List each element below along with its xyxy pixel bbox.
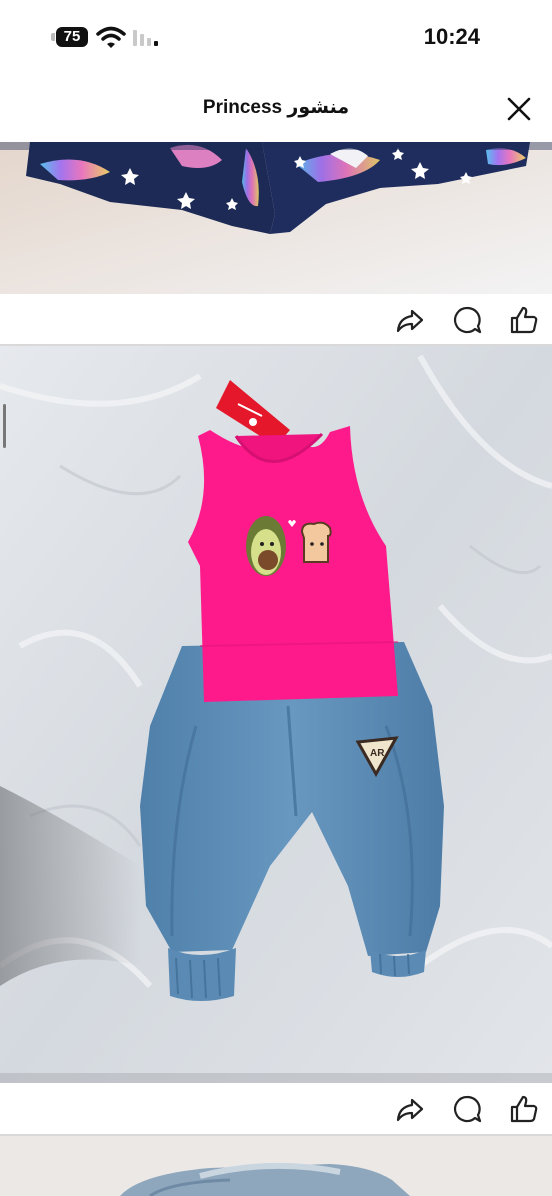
post-actions: [0, 1083, 552, 1135]
comment-icon[interactable]: [451, 304, 483, 336]
avocado-print: [246, 516, 286, 576]
comment-icon[interactable]: [451, 1093, 483, 1125]
unicorn-shorts-image: [0, 142, 552, 294]
post-photo-outfit[interactable]: AR: [0, 346, 552, 1083]
scroll-handle[interactable]: [3, 404, 6, 448]
signal-icon: [133, 30, 158, 46]
post-photo-denim[interactable]: [0, 1136, 552, 1196]
page-title: منشور Princess: [202, 97, 350, 118]
close-icon[interactable]: [504, 94, 534, 124]
like-icon[interactable]: [508, 1093, 540, 1125]
denim-image: [0, 1136, 552, 1196]
status-bar: 75 10:24: [0, 0, 552, 78]
toast-print: [300, 521, 332, 563]
post-header: منشور Princess: [0, 78, 552, 142]
svg-text:AR: AR: [370, 748, 385, 759]
post-photo-unicorn-shorts[interactable]: [0, 142, 552, 294]
battery-tip: [51, 33, 55, 41]
outfit-image: AR: [0, 346, 552, 1083]
status-time: 10:24: [423, 24, 480, 49]
share-icon[interactable]: [394, 1093, 426, 1125]
post-actions: [0, 294, 552, 346]
battery-icon: 75: [56, 27, 88, 47]
like-icon[interactable]: [508, 304, 540, 336]
wifi-icon: [96, 26, 126, 48]
share-icon[interactable]: [394, 304, 426, 336]
